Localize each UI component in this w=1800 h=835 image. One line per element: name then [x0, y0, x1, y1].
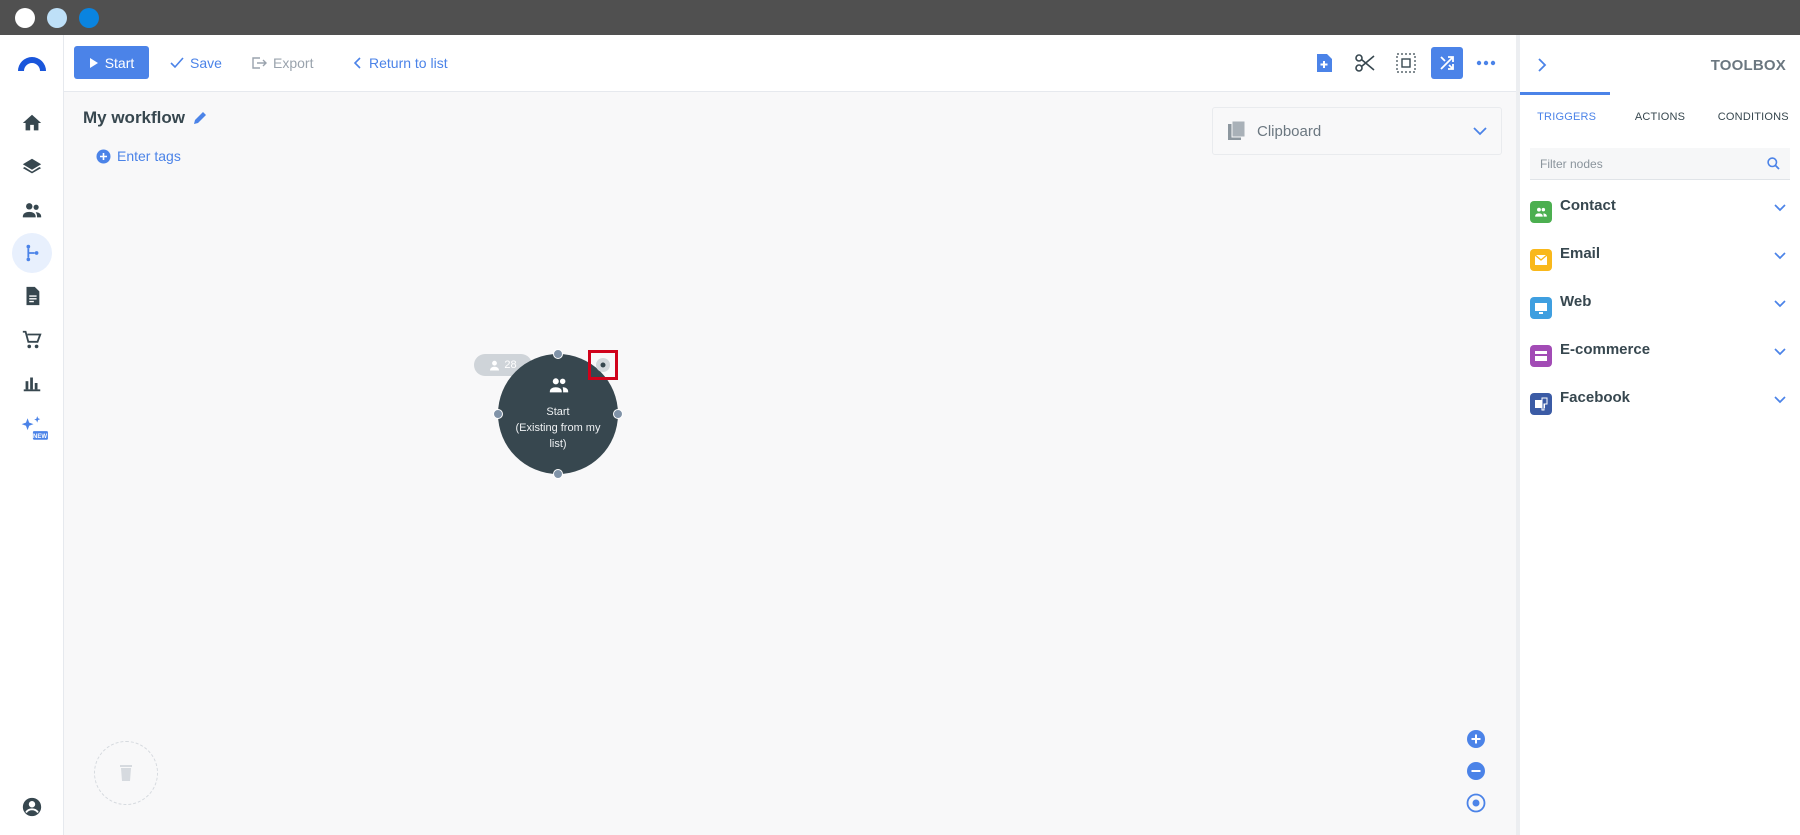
toolbox-tabs: TRIGGERS ACTIONS CONDITIONS [1520, 97, 1800, 137]
tab-triggers[interactable]: TRIGGERS [1520, 97, 1613, 137]
search-icon[interactable] [1767, 157, 1780, 170]
toolbox-title: TOOLBOX [1710, 57, 1786, 74]
node-handle-right[interactable] [613, 409, 623, 419]
node-handle-bottom[interactable] [553, 469, 563, 479]
trash-icon [120, 765, 132, 781]
return-to-list-link[interactable]: Return to list [353, 46, 448, 79]
nav-account-icon[interactable] [12, 787, 52, 827]
window-titlebar [0, 0, 1800, 35]
gear-icon[interactable] [594, 356, 612, 374]
tab-active-indicator [1520, 92, 1610, 95]
filter-nodes-field [1530, 148, 1790, 180]
left-nav: NEW [0, 35, 64, 835]
envelope-icon [1530, 249, 1552, 271]
save-button[interactable]: Save [170, 46, 222, 79]
zoom-in-icon[interactable] [1466, 729, 1486, 749]
start-node-label: Start (Existing from my list) [515, 406, 601, 450]
clipboard-icon [1228, 120, 1246, 140]
tab-conditions[interactable]: CONDITIONS [1707, 97, 1800, 137]
nav-home-icon[interactable] [12, 103, 52, 143]
card-icon [1530, 345, 1552, 367]
top-toolbar: Start Save Export Return to list [64, 35, 1516, 92]
check-icon [170, 56, 184, 68]
category-email[interactable]: Email [1530, 241, 1790, 271]
workflow-title[interactable]: My workflow [83, 108, 207, 128]
workflow-canvas[interactable]: My workflow Enter tags Clipboard 28 Star… [64, 92, 1516, 835]
plus-circle-icon [96, 149, 111, 163]
nav-cart-icon[interactable] [12, 320, 52, 360]
tab-actions[interactable]: ACTIONS [1613, 97, 1706, 137]
node-settings-highlight[interactable] [588, 350, 618, 380]
scissors-icon[interactable] [1349, 47, 1381, 79]
facebook-icon [1530, 393, 1552, 415]
contact-group-icon [1530, 201, 1552, 223]
nav-contacts-icon[interactable] [12, 190, 52, 230]
toolbox-panel: TOOLBOX TRIGGERS ACTIONS CONDITIONS Cont… [1516, 35, 1800, 835]
window-close-dot[interactable] [15, 8, 35, 28]
select-area-icon[interactable] [1390, 47, 1422, 79]
chevron-down-icon [1774, 396, 1786, 404]
category-web[interactable]: Web [1530, 289, 1790, 319]
node-handle-top[interactable] [553, 349, 563, 359]
monitor-icon [1530, 297, 1552, 319]
category-ecommerce[interactable]: E-commerce [1530, 337, 1790, 367]
center-view-icon[interactable] [1466, 793, 1486, 813]
add-node-icon[interactable] [1308, 47, 1340, 79]
category-contact[interactable]: Contact [1530, 193, 1790, 223]
window-maximize-dot[interactable] [79, 8, 99, 28]
nav-workflow-icon[interactable] [12, 233, 52, 273]
start-button[interactable]: Start [74, 46, 149, 79]
pencil-edit-icon[interactable] [193, 111, 207, 125]
chevron-down-icon [1774, 300, 1786, 308]
export-icon [252, 56, 267, 69]
filter-nodes-input[interactable] [1540, 156, 1767, 171]
window-minimize-dot[interactable] [47, 8, 67, 28]
nav-ai-new-icon[interactable]: NEW [12, 407, 56, 451]
chevron-left-icon [353, 56, 361, 69]
nav-document-icon[interactable] [12, 276, 52, 316]
zoom-out-icon[interactable] [1466, 761, 1486, 781]
auto-layout-icon[interactable] [1431, 47, 1463, 79]
more-options-icon[interactable] [1470, 47, 1502, 79]
category-facebook[interactable]: Facebook [1530, 385, 1790, 415]
contacts-group-icon [549, 378, 569, 393]
node-handle-left[interactable] [493, 409, 503, 419]
clipboard-dropdown[interactable]: Clipboard [1212, 107, 1502, 155]
nav-stats-icon[interactable] [12, 363, 52, 403]
nav-layers-icon[interactable] [12, 147, 52, 187]
chevron-down-icon [1774, 348, 1786, 356]
play-icon [89, 57, 98, 68]
chevron-down-icon [1774, 252, 1786, 260]
collapse-toolbox-icon[interactable] [1530, 53, 1554, 77]
chevron-down-icon [1774, 204, 1786, 212]
export-button[interactable]: Export [251, 46, 313, 79]
toolbox-header: TOOLBOX [1520, 35, 1800, 95]
chevron-down-icon [1473, 126, 1487, 135]
brand-logo-icon[interactable] [16, 53, 48, 73]
person-icon [490, 360, 500, 370]
enter-tags-button[interactable]: Enter tags [96, 148, 181, 164]
nav-new-badge: NEW [33, 434, 47, 440]
trash-drop-zone[interactable] [94, 741, 158, 805]
